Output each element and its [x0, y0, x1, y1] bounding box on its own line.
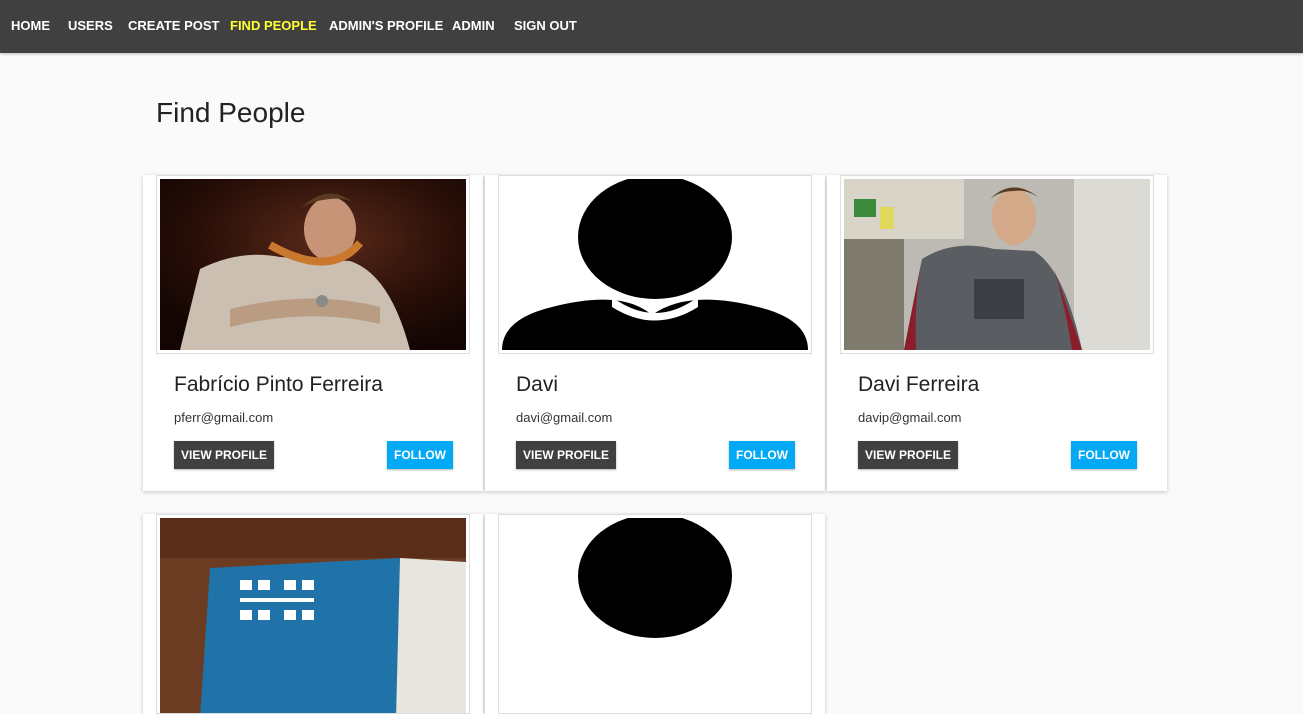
nav-find-people[interactable]: FIND PEOPLE	[230, 18, 317, 33]
person-email: davip@gmail.com	[858, 410, 962, 425]
nav-sign-out[interactable]: SIGN OUT	[514, 18, 577, 33]
page-title: Find People	[156, 97, 306, 128]
nav-create-post[interactable]: CREATE POST	[128, 18, 220, 33]
view-profile-button[interactable]: VIEW PROFILE	[858, 441, 959, 469]
default-avatar-icon	[502, 518, 808, 713]
person-email: davi@gmail.com	[516, 410, 613, 425]
profile-photo	[844, 179, 1150, 350]
follow-button[interactable]: FOLLOW	[1071, 441, 1137, 469]
nav-admins-profile[interactable]: ADMIN'S PROFILE	[329, 18, 443, 33]
profile-photo-frame	[498, 175, 812, 354]
nav-users[interactable]: USERS	[68, 18, 113, 33]
person-email: pferr@gmail.com	[174, 410, 274, 425]
profile-photo-frame	[840, 175, 1154, 354]
follow-button[interactable]: FOLLOW	[387, 441, 453, 469]
nav-admin[interactable]: ADMIN	[452, 18, 495, 33]
follow-button[interactable]: FOLLOW	[729, 441, 795, 469]
profile-photo	[160, 518, 466, 713]
person-card: Fabrício Pinto Ferreira pferr@gmail.com …	[143, 175, 483, 491]
person-card	[143, 514, 483, 714]
person-name: Davi Ferreira	[858, 373, 980, 396]
nav-home[interactable]: HOME	[11, 18, 50, 33]
person-card: Davi davi@gmail.com VIEW PROFILE FOLLOW	[485, 175, 825, 491]
view-profile-button[interactable]: VIEW PROFILE	[174, 441, 275, 469]
profile-photo-frame	[498, 514, 812, 714]
profile-photo	[160, 179, 466, 350]
default-avatar-icon	[502, 179, 808, 350]
top-navbar: HOME USERS CREATE POST FIND PEOPLE ADMIN…	[0, 0, 1303, 53]
person-name: Davi	[516, 373, 559, 396]
person-card	[485, 514, 825, 714]
person-card: Davi Ferreira davip@gmail.com VIEW PROFI…	[827, 175, 1167, 491]
view-profile-button[interactable]: VIEW PROFILE	[516, 441, 617, 469]
profile-photo-frame	[156, 514, 470, 714]
person-name: Fabrício Pinto Ferreira	[174, 373, 383, 396]
profile-photo-frame	[156, 175, 470, 354]
